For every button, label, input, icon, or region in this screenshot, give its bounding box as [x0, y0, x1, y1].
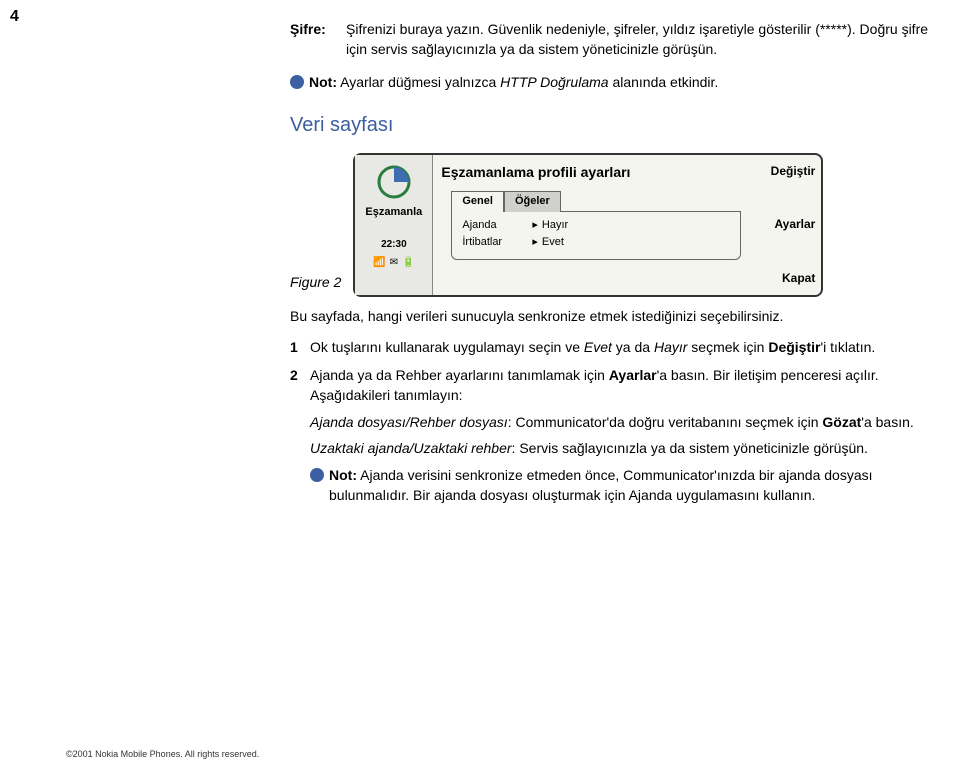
softkey-bottom[interactable]: Kapat: [755, 270, 815, 287]
softkey-mid[interactable]: Ayarlar: [755, 216, 815, 233]
li1-pre: Ok tuşlarını kullanarak uygulamayı seçin…: [310, 339, 584, 355]
li1-bold: Değiştir: [768, 339, 820, 355]
sifre-row: Şifre: Şifrenizi buraya yazın. Güvenlik …: [290, 20, 930, 59]
sub-item: Uzaktaki ajanda/Uzaktaki rehber: Servis …: [310, 439, 930, 459]
ui-main-panel: Eşzamanlama profili ayarları Genel Öğele…: [433, 155, 749, 295]
list-number-1: 1: [290, 338, 310, 358]
note-dot-icon: [310, 468, 324, 482]
sub1-text: : Communicator'da doğru veritabanını seç…: [508, 414, 823, 430]
note-row: Not: Ayarlar düğmesi yalnızca HTTP Doğru…: [290, 73, 930, 93]
sync-label: Eşzamanla: [365, 205, 422, 220]
tab-genel[interactable]: Genel: [451, 191, 504, 211]
list-number-2: 2: [290, 366, 310, 405]
section-header: Veri sayfası: [290, 111, 930, 139]
final-note: Not: Ajanda verisini senkronize etmeden …: [310, 466, 930, 505]
setting-value-0: Hayır: [542, 218, 568, 233]
status-icons: 📶 ✉ 🔋: [373, 256, 414, 270]
setting-row: Ajanda ▸ Hayır: [462, 218, 730, 233]
note-text-part1: Ayarlar düğmesi yalnızca: [337, 74, 500, 90]
note-dot-icon: [290, 75, 304, 89]
setting-value-1: Evet: [542, 235, 564, 250]
note-text-suffix: alanında etkindir.: [609, 74, 719, 90]
li1-em1: Evet: [584, 339, 612, 355]
note-text: Not: Ayarlar düğmesi yalnızca HTTP Doğru…: [309, 73, 930, 93]
li2-pre: Ajanda ya da Rehber ayarlarını tanımlama…: [310, 367, 609, 383]
list-text-1: Ok tuşlarını kullanarak uygulamayı seçin…: [310, 338, 930, 358]
list-item: 2 Ajanda ya da Rehber ayarlarını tanımla…: [290, 366, 930, 405]
tab-content: Ajanda ▸ Hayır İrtibatlar ▸ Evet: [451, 212, 741, 260]
copyright-footer: ©2001 Nokia Mobile Phones. All rights re…: [66, 749, 259, 759]
ui-left-panel: Eşzamanla 22:30 📶 ✉ 🔋: [355, 155, 433, 295]
li1-mid: ya da: [612, 339, 654, 355]
final-note-label: Not:: [329, 467, 357, 483]
time-label: 22:30: [381, 238, 407, 252]
sub1-bold: Gözat: [822, 414, 861, 430]
note-label: Not:: [309, 74, 337, 90]
sifre-text: Şifrenizi buraya yazın. Güvenlik nedeniy…: [346, 20, 930, 59]
ui-title: Eşzamanlama profili ayarları: [441, 163, 741, 183]
sync-icon: [377, 165, 411, 199]
arrow-icon: ▸: [532, 218, 538, 233]
list-text-2: Ajanda ya da Rehber ayarlarını tanımlama…: [310, 366, 930, 405]
list-item: 1 Ok tuşlarını kullanarak uygulamayı seç…: [290, 338, 930, 358]
page-number: 4: [10, 8, 19, 26]
sifre-label: Şifre:: [290, 20, 346, 59]
figure-container: Figure 2 Eşzamanla 22:30 📶 ✉ 🔋 Eşz: [290, 153, 930, 297]
arrow-icon: ▸: [532, 235, 538, 250]
sub2-em: Uzaktaki ajanda/Uzaktaki rehber: [310, 440, 512, 456]
envelope-icon: ✉: [390, 256, 398, 270]
ui-right-panel: Değiştir Ayarlar Kapat: [749, 155, 821, 295]
final-note-text: Not: Ajanda verisini senkronize etmeden …: [329, 466, 930, 505]
li1-mid2: seçmek için: [687, 339, 768, 355]
li1-suffix: 'i tıklatın.: [820, 339, 875, 355]
setting-label-1: İrtibatlar: [462, 235, 528, 250]
sub1-suffix: 'a basın.: [861, 414, 914, 430]
battery-icon: 🔋: [402, 256, 414, 270]
softkey-top[interactable]: Değiştir: [755, 163, 815, 180]
signal-icon: 📶: [373, 256, 385, 270]
li1-em2: Hayır: [654, 339, 687, 355]
content-area: Şifre: Şifrenizi buraya yazın. Güvenlik …: [290, 20, 930, 506]
tab-ogeler[interactable]: Öğeler: [504, 191, 561, 211]
setting-row: İrtibatlar ▸ Evet: [462, 235, 730, 250]
sub-item: Ajanda dosyası/Rehber dosyası: Communica…: [310, 413, 930, 433]
sub1-em: Ajanda dosyası/Rehber dosyası: [310, 414, 508, 430]
body-intro: Bu sayfada, hangi verileri sunucuyla sen…: [290, 307, 930, 327]
tab-bar: Genel Öğeler: [451, 190, 741, 211]
final-note-body: Ajanda verisini senkronize etmeden önce,…: [329, 467, 873, 503]
figure-caption: Figure 2: [290, 273, 341, 297]
setting-label-0: Ajanda: [462, 218, 528, 233]
phone-ui: Eşzamanla 22:30 📶 ✉ 🔋 Eşzamanlama profil…: [353, 153, 823, 297]
sub2-text: : Servis sağlayıcınızla ya da sistem yön…: [512, 440, 868, 456]
note-italic: HTTP Doğrulama: [500, 74, 608, 90]
li2-bold: Ayarlar: [609, 367, 657, 383]
